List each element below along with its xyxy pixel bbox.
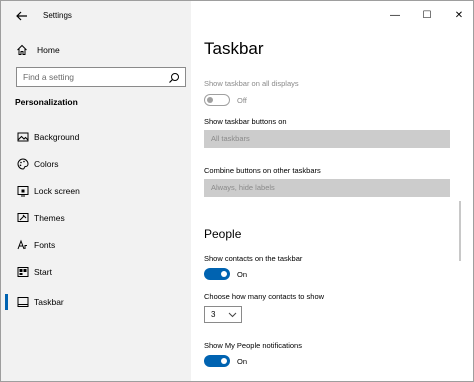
toggle-knob (207, 96, 213, 103)
show-all-displays-toggle[interactable] (204, 94, 230, 106)
contacts-count-label: Choose how many contacts to show (204, 292, 325, 301)
main-content: — ☐ ✕ Taskbar Show taskbar on all displa… (191, 1, 473, 381)
active-indicator (5, 294, 8, 310)
maximize-button[interactable]: ☐ (419, 9, 435, 23)
sidebar-item-label: Lock screen (34, 186, 80, 196)
sidebar-item-lock-screen[interactable]: Lock screen (1, 178, 191, 204)
taskbar-icon (17, 296, 29, 308)
title-bar: Settings (1, 1, 191, 33)
back-button[interactable] (13, 8, 31, 26)
home-label: Home (37, 45, 60, 55)
sidebar-item-themes[interactable]: Themes (1, 205, 191, 231)
show-all-displays-state: Off (237, 96, 247, 105)
sidebar-item-start[interactable]: Start (1, 259, 191, 285)
home-link[interactable]: Home (15, 41, 60, 59)
sidebar-item-label: Start (34, 267, 52, 277)
contacts-count-select[interactable]: 3 (204, 306, 242, 323)
combine-buttons-label: Combine buttons on other taskbars (204, 166, 321, 175)
section-label-personalization: Personalization (15, 97, 78, 107)
toggle-knob (221, 358, 227, 364)
show-contacts-state: On (237, 270, 248, 279)
start-icon (17, 266, 29, 278)
settings-window: Settings Home Find a setting Personaliza… (0, 0, 474, 382)
sidebar-item-background[interactable]: Background (1, 124, 191, 150)
close-button[interactable]: ✕ (451, 9, 467, 23)
sidebar-item-fonts[interactable]: Fonts (1, 232, 191, 258)
show-contacts-label: Show contacts on the taskbar (204, 254, 303, 263)
combine-buttons-dropdown[interactable]: Always, hide labels (204, 179, 450, 197)
show-contacts-toggle[interactable] (204, 268, 230, 280)
search-icon[interactable] (168, 71, 180, 83)
show-buttons-on-label: Show taskbar buttons on (204, 117, 287, 126)
notifications-label: Show My People notifications (204, 341, 302, 350)
palette-icon (17, 158, 29, 170)
brush-icon (17, 212, 29, 224)
sidebar: Settings Home Find a setting Personaliza… (1, 1, 191, 381)
minimize-button[interactable]: — (387, 9, 403, 23)
sidebar-item-label: Themes (34, 213, 65, 223)
dropdown-value: Always, hide labels (211, 183, 275, 192)
scrollbar[interactable] (459, 201, 461, 261)
chevron-down-icon (228, 312, 237, 318)
show-buttons-on-dropdown[interactable]: All taskbars (204, 130, 450, 148)
toggle-knob (221, 271, 227, 277)
back-arrow-icon (16, 11, 27, 21)
search-input[interactable]: Find a setting (16, 67, 186, 87)
sidebar-item-taskbar[interactable]: Taskbar (1, 289, 191, 315)
sidebar-item-label: Fonts (34, 240, 56, 250)
sidebar-item-label: Colors (34, 159, 59, 169)
people-heading: People (204, 227, 242, 241)
home-icon (15, 43, 29, 57)
picture-icon (17, 131, 29, 143)
font-icon (17, 239, 29, 251)
search-placeholder: Find a setting (23, 72, 75, 82)
sidebar-item-label: Background (34, 132, 80, 142)
show-all-displays-label: Show taskbar on all displays (204, 79, 299, 88)
select-value: 3 (211, 310, 216, 319)
notifications-state: On (237, 357, 248, 366)
sidebar-item-label: Taskbar (34, 297, 64, 307)
dropdown-value: All taskbars (211, 134, 250, 143)
notifications-toggle[interactable] (204, 355, 230, 367)
app-title: Settings (43, 11, 72, 20)
sidebar-item-colors[interactable]: Colors (1, 151, 191, 177)
page-title: Taskbar (204, 39, 264, 58)
lock-screen-icon (17, 185, 29, 197)
